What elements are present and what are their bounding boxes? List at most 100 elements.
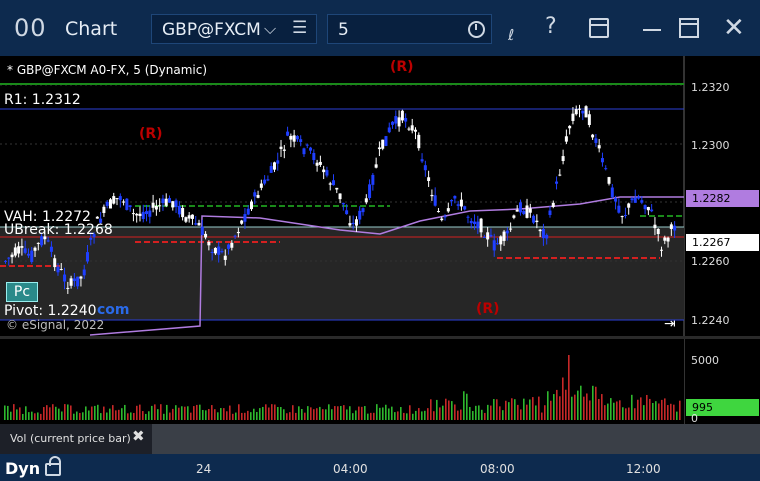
- candle: [63, 274, 67, 282]
- candle: [131, 213, 135, 215]
- volume-bar: [286, 413, 288, 420]
- volume-bar: [319, 406, 321, 420]
- volume-bar: [463, 391, 465, 420]
- volume-bar: [37, 412, 39, 420]
- volume-bar: [550, 400, 552, 420]
- candle: [341, 202, 345, 205]
- candle: [213, 247, 217, 254]
- volume-pane[interactable]: [0, 339, 684, 424]
- volume-bar: [148, 411, 150, 420]
- volume-bar: [595, 386, 597, 420]
- lock-icon[interactable]: [45, 456, 61, 476]
- candle: [240, 220, 244, 224]
- dynamic-mode-label[interactable]: Dyn: [5, 459, 40, 478]
- volume-bar: [658, 403, 660, 420]
- volume-bar: [649, 398, 651, 420]
- volume-axis[interactable]: 5000 995 0: [684, 339, 760, 425]
- draw-icon[interactable]: ℓ: [508, 26, 514, 44]
- chevron-down-icon[interactable]: ⌵: [264, 19, 276, 39]
- volume-bar: [220, 408, 222, 420]
- clock-icon[interactable]: [468, 21, 485, 38]
- volume-bar: [250, 412, 252, 420]
- candle: [243, 214, 247, 222]
- interval-selector[interactable]: 5: [327, 14, 492, 44]
- time-tick: 24: [196, 462, 212, 476]
- candle: [400, 110, 404, 121]
- volume-bar: [541, 412, 543, 420]
- study-tab[interactable]: Vol (current price bar) ✖: [0, 424, 152, 454]
- price-pane[interactable]: * GBP@FXCM A0-FX, 5 (Dynamic) (R) (R) (R…: [0, 56, 684, 337]
- volume-bar: [145, 413, 147, 420]
- candle: [492, 240, 496, 251]
- time-axis[interactable]: Dyn 24 04:00 08:00 12:00: [0, 454, 760, 481]
- candle: [181, 207, 185, 218]
- volume-bar: [202, 409, 204, 420]
- volume-bar: [163, 413, 165, 420]
- candle: [276, 160, 280, 164]
- symbol-input[interactable]: GBP@FXCM: [162, 20, 262, 40]
- candle: [620, 216, 624, 218]
- candle: [302, 148, 306, 155]
- candle: [338, 193, 342, 200]
- volume-bar: [364, 406, 366, 420]
- jump-to-latest-icon[interactable]: ⇥: [664, 316, 676, 332]
- layout-icon[interactable]: [589, 18, 609, 38]
- study-close-icon[interactable]: ✖: [132, 427, 145, 445]
- candle: [286, 131, 290, 136]
- volume-bar: [22, 413, 24, 420]
- volume-bar: [385, 404, 387, 420]
- volume-bar: [199, 404, 201, 420]
- volume-bar: [352, 413, 354, 420]
- volume-bar: [187, 406, 189, 420]
- volume-bar: [304, 412, 306, 420]
- volume-bar: [217, 412, 219, 420]
- candle: [210, 252, 214, 254]
- candle: [253, 192, 257, 197]
- candle: [666, 237, 670, 242]
- candle: [446, 208, 450, 212]
- interval-input[interactable]: 5: [338, 20, 349, 40]
- candle: [525, 205, 529, 218]
- minimize-icon[interactable]: [643, 29, 661, 31]
- candle: [49, 246, 53, 252]
- candle: [623, 214, 627, 216]
- pc-button[interactable]: Pc: [6, 282, 38, 302]
- volume-bar: [268, 407, 270, 420]
- volume-bar: [397, 411, 399, 420]
- volume-bar: [523, 398, 525, 420]
- volume-bar: [535, 405, 537, 420]
- volume-bar: [46, 405, 48, 420]
- volume-bar: [214, 409, 216, 420]
- maximize-icon[interactable]: [679, 18, 699, 38]
- volume-bar: [103, 406, 105, 420]
- price-axis[interactable]: 1.2320 1.2300 1.2282 1.2267 1.2260 1.224…: [684, 56, 760, 337]
- candle: [384, 136, 388, 146]
- candle: [640, 200, 644, 203]
- candle: [69, 278, 73, 286]
- candle: [391, 121, 395, 125]
- volume-bar: [16, 409, 18, 420]
- volume-bar: [517, 404, 519, 420]
- volume-bar: [271, 404, 273, 420]
- volume-bar: [193, 406, 195, 420]
- candle: [118, 196, 122, 201]
- candle: [95, 216, 99, 219]
- pivot-label: Pivot: 1.2240: [4, 303, 97, 319]
- volume-bar: [289, 412, 291, 420]
- symbol-selector[interactable]: GBP@FXCM ⌵ ☰: [151, 14, 317, 44]
- menu-icon[interactable]: ☰: [292, 18, 307, 38]
- close-icon[interactable]: ✕: [723, 13, 745, 43]
- app-icon[interactable]: 00: [14, 14, 47, 42]
- candle: [423, 165, 427, 171]
- volume-bar: [157, 409, 159, 420]
- candle: [145, 211, 149, 215]
- volume-bar: [322, 409, 324, 420]
- volume-bar: [661, 399, 663, 420]
- volume-bar: [184, 406, 186, 420]
- volume-bar: [580, 385, 582, 420]
- volume-bar: [127, 413, 129, 420]
- candle: [141, 211, 145, 220]
- candle: [404, 118, 408, 122]
- time-tick: 04:00: [333, 462, 368, 476]
- help-icon[interactable]: ?: [545, 14, 557, 39]
